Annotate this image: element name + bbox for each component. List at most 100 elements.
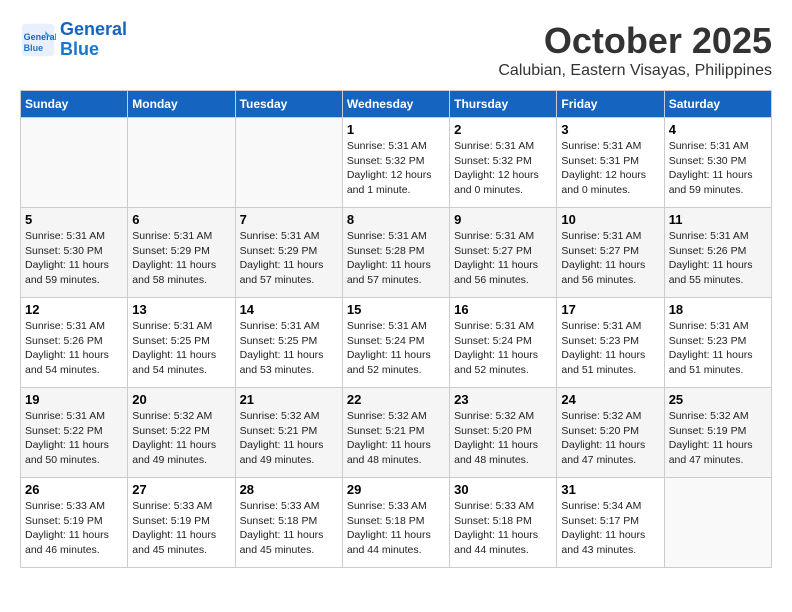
day-info: Sunrise: 5:32 AMSunset: 5:19 PMDaylight:… (669, 409, 767, 468)
day-info: Sunrise: 5:31 AMSunset: 5:29 PMDaylight:… (240, 229, 338, 288)
day-number: 5 (25, 212, 123, 227)
weekday-header: Tuesday (235, 91, 342, 118)
day-number: 8 (347, 212, 445, 227)
calendar-cell: 22 Sunrise: 5:32 AMSunset: 5:21 PMDayligh… (342, 388, 449, 478)
calendar-cell: 1 Sunrise: 5:31 AMSunset: 5:32 PMDaylight… (342, 118, 449, 208)
day-info: Sunrise: 5:31 AMSunset: 5:24 PMDaylight:… (454, 319, 552, 378)
day-number: 20 (132, 392, 230, 407)
calendar-cell: 18Sunrise: 5:31 AMSunset: 5:23 PMDayligh… (664, 298, 771, 388)
calendar-cell: 23 Sunrise: 5:32 AMSunset: 5:20 PMDayligh… (450, 388, 557, 478)
calendar-header-row: SundayMondayTuesdayWednesdayThursdayFrid… (21, 91, 772, 118)
day-info: Sunrise: 5:32 AMSunset: 5:20 PMDaylight:… (561, 409, 659, 468)
calendar-cell: 3Sunrise: 5:31 AMSunset: 5:31 PMDaylight… (557, 118, 664, 208)
day-info: Sunrise: 5:32 AMSunset: 5:20 PMDaylight:… (454, 409, 552, 468)
day-info: Sunrise: 5:31 AMSunset: 5:26 PMDaylight:… (25, 319, 123, 378)
weekday-header: Wednesday (342, 91, 449, 118)
day-info: Sunrise: 5:33 AMSunset: 5:18 PMDaylight:… (347, 499, 445, 558)
weekday-header: Sunday (21, 91, 128, 118)
calendar-cell: 24 Sunrise: 5:32 AMSunset: 5:20 PMDayligh… (557, 388, 664, 478)
weekday-header: Saturday (664, 91, 771, 118)
calendar-week-row: 12 Sunrise: 5:31 AMSunset: 5:26 PMDayligh… (21, 298, 772, 388)
weekday-header: Friday (557, 91, 664, 118)
header: General Blue General Blue October 2025 C… (20, 20, 772, 80)
day-info: Sunrise: 5:31 AMSunset: 5:32 PMDaylight:… (347, 139, 445, 198)
day-number: 29 (347, 482, 445, 497)
calendar-cell: 27 Sunrise: 5:33 AMSunset: 5:19 PMDayligh… (128, 478, 235, 568)
day-number: 2 (454, 122, 552, 137)
day-info: Sunrise: 5:31 AMSunset: 5:31 PMDaylight:… (561, 139, 659, 198)
calendar-table: SundayMondayTuesdayWednesdayThursdayFrid… (20, 90, 772, 568)
calendar-cell: 5 Sunrise: 5:31 AMSunset: 5:30 PMDaylight… (21, 208, 128, 298)
day-number: 10 (561, 212, 659, 227)
day-number: 24 (561, 392, 659, 407)
day-number: 21 (240, 392, 338, 407)
day-info: Sunrise: 5:33 AMSunset: 5:19 PMDaylight:… (132, 499, 230, 558)
day-number: 11 (669, 212, 767, 227)
day-info: Sunrise: 5:31 AMSunset: 5:30 PMDaylight:… (25, 229, 123, 288)
day-number: 7 (240, 212, 338, 227)
day-info: Sunrise: 5:32 AMSunset: 5:21 PMDaylight:… (347, 409, 445, 468)
day-number: 27 (132, 482, 230, 497)
day-number: 28 (240, 482, 338, 497)
calendar-week-row: 1 Sunrise: 5:31 AMSunset: 5:32 PMDaylight… (21, 118, 772, 208)
day-info: Sunrise: 5:31 AMSunset: 5:27 PMDaylight:… (454, 229, 552, 288)
calendar-cell: 16 Sunrise: 5:31 AMSunset: 5:24 PMDayligh… (450, 298, 557, 388)
location-subtitle: Calubian, Eastern Visayas, Philippines (498, 62, 772, 80)
day-number: 16 (454, 302, 552, 317)
calendar-cell: 26 Sunrise: 5:33 AMSunset: 5:19 PMDayligh… (21, 478, 128, 568)
calendar-cell: 8 Sunrise: 5:31 AMSunset: 5:28 PMDaylight… (342, 208, 449, 298)
day-number: 14 (240, 302, 338, 317)
calendar-week-row: 5 Sunrise: 5:31 AMSunset: 5:30 PMDaylight… (21, 208, 772, 298)
calendar-cell: 11Sunrise: 5:31 AMSunset: 5:26 PMDayligh… (664, 208, 771, 298)
day-info: Sunrise: 5:32 AMSunset: 5:22 PMDaylight:… (132, 409, 230, 468)
day-info: Sunrise: 5:31 AMSunset: 5:29 PMDaylight:… (132, 229, 230, 288)
calendar-cell (21, 118, 128, 208)
day-info: Sunrise: 5:31 AMSunset: 5:22 PMDaylight:… (25, 409, 123, 468)
day-info: Sunrise: 5:31 AMSunset: 5:30 PMDaylight:… (669, 139, 767, 198)
calendar-cell: 28Sunrise: 5:33 AMSunset: 5:18 PMDayligh… (235, 478, 342, 568)
day-number: 12 (25, 302, 123, 317)
day-number: 4 (669, 122, 767, 137)
day-info: Sunrise: 5:33 AMSunset: 5:19 PMDaylight:… (25, 499, 123, 558)
day-number: 30 (454, 482, 552, 497)
month-title: October 2025 (498, 20, 772, 62)
calendar-cell: 15 Sunrise: 5:31 AMSunset: 5:24 PMDayligh… (342, 298, 449, 388)
calendar-cell (128, 118, 235, 208)
day-number: 18 (669, 302, 767, 317)
day-info: Sunrise: 5:31 AMSunset: 5:25 PMDaylight:… (132, 319, 230, 378)
day-number: 22 (347, 392, 445, 407)
logo: General Blue General Blue (20, 20, 127, 60)
day-number: 25 (669, 392, 767, 407)
calendar-cell: 2 Sunrise: 5:31 AMSunset: 5:32 PMDaylight… (450, 118, 557, 208)
day-info: Sunrise: 5:31 AMSunset: 5:28 PMDaylight:… (347, 229, 445, 288)
calendar-cell: 21 Sunrise: 5:32 AMSunset: 5:21 PMDayligh… (235, 388, 342, 478)
calendar-cell (235, 118, 342, 208)
day-number: 19 (25, 392, 123, 407)
calendar-cell: 31Sunrise: 5:34 AMSunset: 5:17 PMDayligh… (557, 478, 664, 568)
calendar-cell: 29 Sunrise: 5:33 AMSunset: 5:18 PMDayligh… (342, 478, 449, 568)
calendar-cell: 30 Sunrise: 5:33 AMSunset: 5:18 PMDayligh… (450, 478, 557, 568)
calendar-cell: 19 Sunrise: 5:31 AMSunset: 5:22 PMDayligh… (21, 388, 128, 478)
calendar-cell (664, 478, 771, 568)
calendar-week-row: 19 Sunrise: 5:31 AMSunset: 5:22 PMDayligh… (21, 388, 772, 478)
logo-icon: General Blue (20, 22, 56, 58)
svg-text:Blue: Blue (24, 43, 44, 53)
day-number: 1 (347, 122, 445, 137)
day-info: Sunrise: 5:31 AMSunset: 5:32 PMDaylight:… (454, 139, 552, 198)
day-info: Sunrise: 5:34 AMSunset: 5:17 PMDaylight:… (561, 499, 659, 558)
weekday-header: Monday (128, 91, 235, 118)
day-number: 9 (454, 212, 552, 227)
day-number: 26 (25, 482, 123, 497)
day-info: Sunrise: 5:31 AMSunset: 5:23 PMDaylight:… (561, 319, 659, 378)
calendar-cell: 4 Sunrise: 5:31 AMSunset: 5:30 PMDaylight… (664, 118, 771, 208)
day-number: 17 (561, 302, 659, 317)
logo-text: General Blue (60, 20, 127, 60)
day-info: Sunrise: 5:31 AMSunset: 5:24 PMDaylight:… (347, 319, 445, 378)
day-info: Sunrise: 5:31 AMSunset: 5:25 PMDaylight:… (240, 319, 338, 378)
calendar-cell: 12 Sunrise: 5:31 AMSunset: 5:26 PMDayligh… (21, 298, 128, 388)
day-info: Sunrise: 5:33 AMSunset: 5:18 PMDaylight:… (454, 499, 552, 558)
logo-general: General (60, 19, 127, 39)
day-info: Sunrise: 5:32 AMSunset: 5:21 PMDaylight:… (240, 409, 338, 468)
day-number: 15 (347, 302, 445, 317)
day-number: 23 (454, 392, 552, 407)
